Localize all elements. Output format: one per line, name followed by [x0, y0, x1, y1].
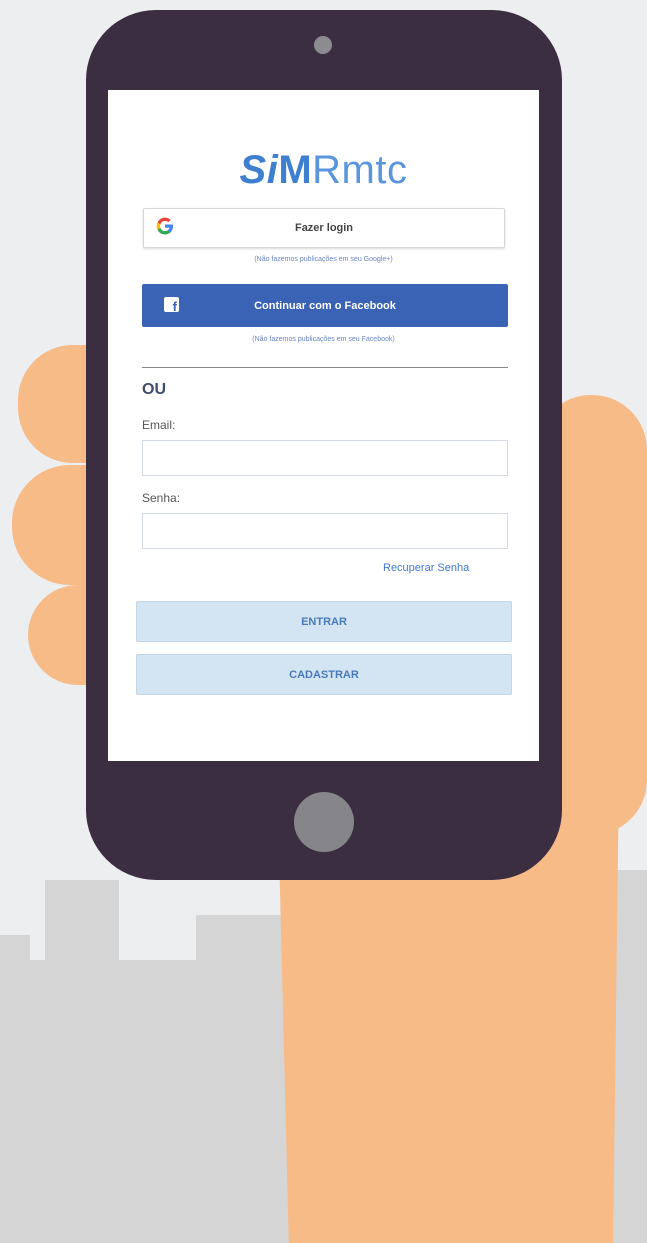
google-login-button[interactable]: Fazer login — [143, 208, 505, 248]
register-button-label: CADASTRAR — [289, 668, 359, 681]
facebook-note: (Não fazemos publicações em seu Facebook… — [252, 336, 395, 343]
email-field[interactable] — [142, 440, 508, 476]
skyline-building — [45, 880, 119, 970]
enter-button-label: ENTRAR — [301, 615, 347, 628]
password-field[interactable] — [142, 513, 508, 549]
google-note: (Não fazemos publicações em seu Google+) — [254, 256, 393, 263]
home-button[interactable] — [294, 792, 354, 852]
app-logo: SiMRmtc — [108, 148, 539, 193]
email-label: Email: — [142, 418, 176, 432]
recover-password-link[interactable]: Recuperar Senha — [383, 562, 469, 574]
login-screen: SiMRmtc Fazer login (Não fazemos publica… — [108, 90, 539, 761]
or-label: OU — [142, 381, 166, 398]
enter-button[interactable]: ENTRAR — [136, 601, 512, 642]
register-button[interactable]: CADASTRAR — [136, 654, 512, 695]
logo-m: M — [278, 148, 313, 192]
divider — [142, 367, 508, 368]
camera-icon — [314, 36, 332, 54]
password-label: Senha: — [142, 491, 181, 505]
facebook-button-label: Continuar com o Facebook — [254, 299, 396, 312]
skyline-building — [196, 915, 286, 975]
logo-si: Si — [239, 148, 279, 192]
google-button-label: Fazer login — [294, 222, 354, 234]
facebook-login-button[interactable]: Continuar com o Facebook — [142, 284, 508, 327]
logo-rmtc: Rmtc — [312, 148, 408, 192]
skyline-building — [0, 935, 30, 965]
